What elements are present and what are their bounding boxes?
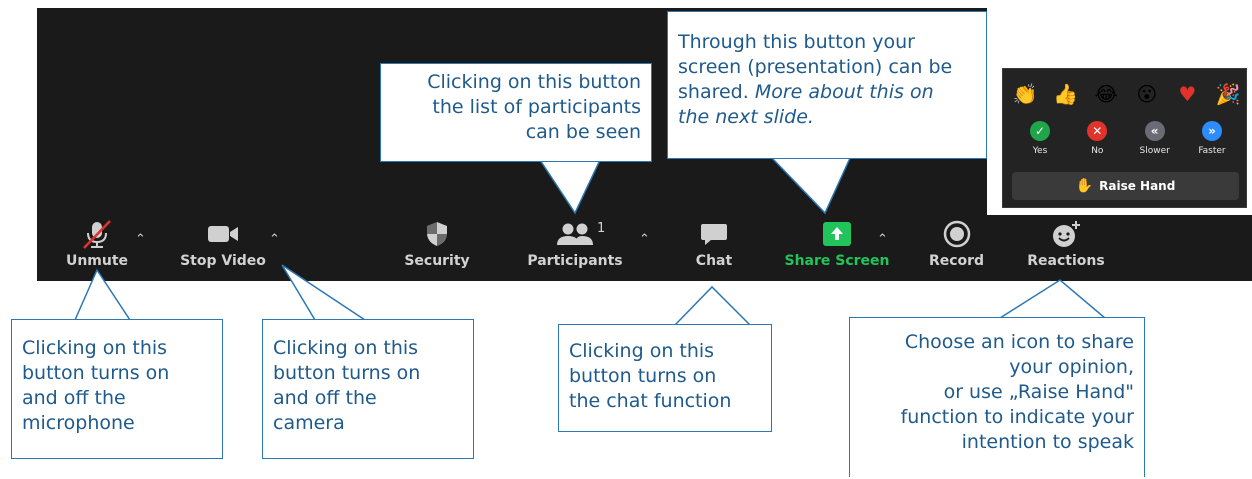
video-options-chevron-up-icon[interactable]: ⌃ (269, 232, 280, 247)
reactions-callout-line: function to indicate your (900, 406, 1134, 428)
participants-count: 1 (597, 221, 606, 236)
participants-callout-line: can be seen (525, 121, 641, 143)
reactions-callout-line: your opinion, (1009, 356, 1134, 378)
stop-video-label: Stop Video (180, 253, 266, 269)
participants-button[interactable]: 1 Participants (520, 215, 630, 281)
rewind-icon: « (1144, 121, 1165, 141)
faster-label: Faster (1198, 146, 1226, 156)
mic-callout-line: and off the (22, 387, 126, 409)
share-callout-italic-line: More about this on (754, 81, 934, 103)
muted-microphone-icon (80, 215, 114, 253)
share-screen-callout: Through this button your screen (present… (667, 11, 987, 159)
fast-forward-icon: » (1201, 121, 1222, 141)
chat-bubble-icon (699, 215, 729, 253)
mic-callout-line: microphone (22, 412, 135, 434)
chat-callout: Clicking on this button turns on the cha… (558, 324, 772, 432)
share-callout-line: shared. (678, 81, 755, 103)
share-screen-label: Share Screen (784, 253, 890, 269)
slower-button[interactable]: « Slower (1130, 121, 1180, 156)
chat-callout-line: button turns on (569, 365, 717, 387)
feedback-row: ✓ Yes ✕ No « Slower » Faster (1015, 121, 1237, 156)
security-button[interactable]: Security (392, 215, 482, 281)
raise-hand-button[interactable]: ✋ Raise Hand (1012, 172, 1239, 200)
record-label: Record (928, 253, 985, 269)
slower-label: Slower (1139, 146, 1170, 156)
share-screen-button[interactable]: Share Screen (782, 215, 892, 281)
video-camera-icon (205, 215, 241, 253)
participants-icon: 1 (555, 215, 605, 253)
mic-callout-line: button turns on (22, 362, 170, 384)
reactions-panel: 👏 👍 😂 😮 ♥ 🎉 ✓ Yes ✕ No « Slower » Faster… (1002, 68, 1247, 208)
faster-button[interactable]: » Faster (1187, 121, 1237, 156)
participants-label: Participants (527, 253, 623, 269)
raised-hand-icon: ✋ (1075, 178, 1094, 194)
share-callout-line: Through this button your (678, 31, 915, 53)
share-callout-line: screen (presentation) can be (678, 56, 953, 78)
chat-button[interactable]: Chat (689, 215, 739, 281)
participants-callout-line: the list of participants (432, 96, 641, 118)
tears-of-joy-icon[interactable]: 😂 (1090, 83, 1122, 105)
security-label: Security (404, 253, 470, 269)
camera-callout-line: and off the (273, 387, 377, 409)
meeting-toolbar: Unmute ⌃ Stop Video ⌃ Security 1 Partici… (37, 215, 1252, 281)
thumbs-up-icon[interactable]: 👍 (1050, 83, 1082, 105)
reactions-callout-line: intention to speak (961, 431, 1134, 453)
microphone-callout: Clicking on this button turns on and off… (11, 319, 223, 459)
participants-options-chevron-up-icon[interactable]: ⌃ (639, 232, 650, 247)
chat-callout-line: Clicking on this (569, 340, 715, 362)
clapping-hands-icon[interactable]: 👏 (1009, 83, 1041, 105)
stop-video-button[interactable]: Stop Video (173, 215, 273, 281)
reactions-callout: Choose an icon to share your opinion, or… (849, 317, 1145, 477)
camera-callout-line: button turns on (273, 362, 421, 384)
camera-callout-line: Clicking on this (273, 337, 419, 359)
camera-callout: Clicking on this button turns on and off… (262, 319, 474, 459)
camera-callout-line: camera (273, 412, 345, 434)
record-button[interactable]: Record (924, 215, 989, 281)
record-icon (943, 215, 971, 253)
raise-hand-label: Raise Hand (1099, 179, 1176, 193)
reactions-label: Reactions (1027, 253, 1105, 269)
yes-button[interactable]: ✓ Yes (1015, 121, 1065, 156)
participants-callout-line: Clicking on this button (427, 71, 641, 93)
reactions-callout-line: Choose an icon to share (904, 331, 1134, 353)
yes-label: Yes (1032, 146, 1048, 156)
share-screen-arrow-icon (821, 215, 853, 253)
chat-label: Chat (695, 253, 733, 269)
share-options-chevron-up-icon[interactable]: ⌃ (877, 232, 888, 247)
party-popper-icon[interactable]: 🎉 (1212, 83, 1244, 105)
emoji-row: 👏 👍 😂 😮 ♥ 🎉 (1009, 83, 1244, 105)
cross-icon: ✕ (1087, 121, 1108, 141)
check-icon: ✓ (1030, 121, 1050, 141)
no-button[interactable]: ✕ No (1072, 121, 1122, 156)
red-heart-icon[interactable]: ♥ (1171, 83, 1203, 105)
shield-icon (425, 215, 449, 253)
unmute-button[interactable]: Unmute (57, 215, 137, 281)
add-reaction-smiley-icon (1050, 215, 1082, 253)
no-label: No (1091, 146, 1104, 156)
share-callout-italic-line: the next slide. (678, 106, 814, 128)
open-mouth-icon[interactable]: 😮 (1131, 83, 1163, 105)
reactions-button[interactable]: Reactions (1021, 215, 1111, 281)
participants-callout: Clicking on this button the list of part… (380, 63, 652, 162)
mic-callout-line: Clicking on this (22, 337, 168, 359)
reactions-callout-line: or use „Raise Hand" (943, 381, 1134, 403)
audio-options-chevron-up-icon[interactable]: ⌃ (135, 232, 146, 247)
chat-callout-line: the chat function (569, 390, 732, 412)
unmute-label: Unmute (65, 253, 129, 269)
